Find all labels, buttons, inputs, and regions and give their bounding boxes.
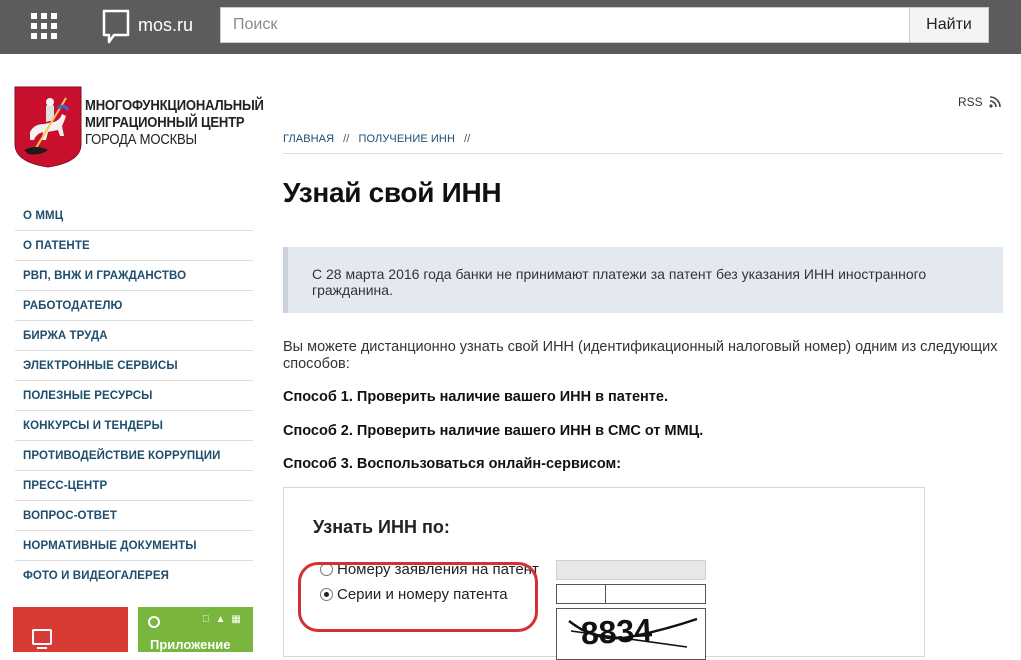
patent-series-field[interactable]	[556, 584, 606, 604]
sidebar-item-tenders[interactable]: КОНКУРСЫ И ТЕНДЕРЫ	[15, 411, 253, 441]
sidebar-item-faq[interactable]: ВОПРОС-ОТВЕТ	[15, 501, 253, 531]
sidebar-item-employer[interactable]: РАБОТОДАТЕЛЮ	[15, 291, 253, 321]
sidebar-item-press-center[interactable]: ПРЕСС-ЦЕНТР	[15, 471, 253, 501]
top-bar: mos.ru Найти	[0, 0, 1021, 54]
radio-label: Серии и номеру патента	[337, 586, 508, 603]
brand-title: МНОГОФУНКЦИОНАЛЬНЫЙ МИГРАЦИОННЫЙ ЦЕНТР Г…	[85, 98, 264, 149]
breadcrumb-separator: //	[343, 133, 350, 145]
tv-icon	[32, 629, 52, 649]
form-title: Узнать ИНН по:	[313, 517, 450, 537]
brand-line-2: МИГРАЦИОННЫЙ ЦЕНТР	[85, 115, 245, 131]
brand-line-3: ГОРОДА МОСКВЫ	[85, 132, 197, 148]
rss-label: RSS	[958, 95, 983, 109]
location-pin-icon	[148, 616, 160, 628]
site-name: mos.ru	[138, 15, 194, 35]
app-store-icons: ▲▦	[202, 614, 241, 625]
promo-app-label: Приложение	[150, 637, 231, 652]
captcha-image: 8834	[556, 608, 706, 660]
divider	[283, 153, 1003, 154]
intro-text: Вы можете дистанционно узнать свой ИНН (…	[283, 339, 998, 372]
inn-lookup-form: Узнать ИНН по: Номеру заявления на патен…	[283, 487, 925, 660]
breadcrumb: ГЛАВНАЯ // ПОЛУЧЕНИЕ ИНН //	[283, 133, 479, 145]
sidebar-item-regulations[interactable]: НОРМАТИВНЫЕ ДОКУМЕНТЫ	[15, 531, 253, 561]
mmc-brand-logo[interactable]: МНОГОФУНКЦИОНАЛЬНЫЙ МИГРАЦИОННЫЙ ЦЕНТР Г…	[14, 86, 264, 168]
speech-bubble-icon	[102, 9, 130, 44]
search-input[interactable]	[220, 7, 910, 43]
method-3: Способ 3. Воспользоваться онлайн-сервисо…	[283, 456, 622, 472]
application-number-field[interactable]	[556, 560, 706, 580]
radio-label: Номеру заявления на патент	[337, 561, 539, 578]
sidebar-item-residence-citizenship[interactable]: РВП, ВНЖ И ГРАЖДАНСТВО	[15, 261, 253, 291]
search-button[interactable]: Найти	[909, 7, 989, 43]
promo-banner-app[interactable]: ▲▦ Приложение	[138, 607, 253, 652]
sidebar-item-about-patent[interactable]: О ПАТЕНТЕ	[15, 231, 253, 261]
method-2: Способ 2. Проверить наличие вашего ИНН в…	[283, 423, 704, 439]
mos-ru-logo[interactable]: mos.ru	[102, 9, 194, 44]
sidebar-nav: О ММЦ О ПАТЕНТЕ РВП, ВНЖ И ГРАЖДАНСТВО Р…	[15, 201, 253, 591]
sidebar-item-gallery[interactable]: ФОТО И ВИДЕОГАЛЕРЕЯ	[15, 561, 253, 591]
brand-line-1: МНОГОФУНКЦИОНАЛЬНЫЙ	[85, 98, 264, 114]
page-title: Узнай свой ИНН	[283, 177, 502, 208]
sidebar-item-anti-corruption[interactable]: ПРОТИВОДЕЙСТВИЕ КОРРУПЦИИ	[15, 441, 253, 471]
breadcrumb-home[interactable]: ГЛАВНАЯ	[283, 133, 334, 145]
radio-button-checked[interactable]	[320, 588, 333, 601]
sidebar-item-job-exchange[interactable]: БИРЖА ТРУДА	[15, 321, 253, 351]
moscow-coat-of-arms-icon	[14, 86, 82, 168]
radio-option-patent-series-number[interactable]: Серии и номеру патента	[320, 586, 508, 603]
notice-box: С 28 марта 2016 года банки не принимают …	[283, 247, 1003, 313]
sidebar-item-about-mmc[interactable]: О ММЦ	[15, 201, 253, 231]
radio-button[interactable]	[320, 563, 333, 576]
method-1: Способ 1. Проверить наличие вашего ИНН в…	[283, 389, 668, 405]
rss-link[interactable]: RSS	[958, 95, 1001, 109]
sidebar-item-useful-resources[interactable]: ПОЛЕЗНЫЕ РЕСУРСЫ	[15, 381, 253, 411]
radio-option-application-number[interactable]: Номеру заявления на патент	[320, 561, 539, 578]
apps-grid-icon[interactable]	[31, 13, 57, 39]
patent-number-field[interactable]	[606, 584, 706, 604]
breadcrumb-separator: //	[464, 133, 471, 145]
sidebar-item-e-services[interactable]: ЭЛЕКТРОННЫЕ СЕРВИСЫ	[15, 351, 253, 381]
breadcrumb-get-inn[interactable]: ПОЛУЧЕНИЕ ИНН	[358, 133, 455, 145]
rss-icon	[989, 96, 1001, 108]
promo-banner-tv[interactable]	[13, 607, 128, 652]
captcha-text: 8834	[580, 612, 653, 652]
